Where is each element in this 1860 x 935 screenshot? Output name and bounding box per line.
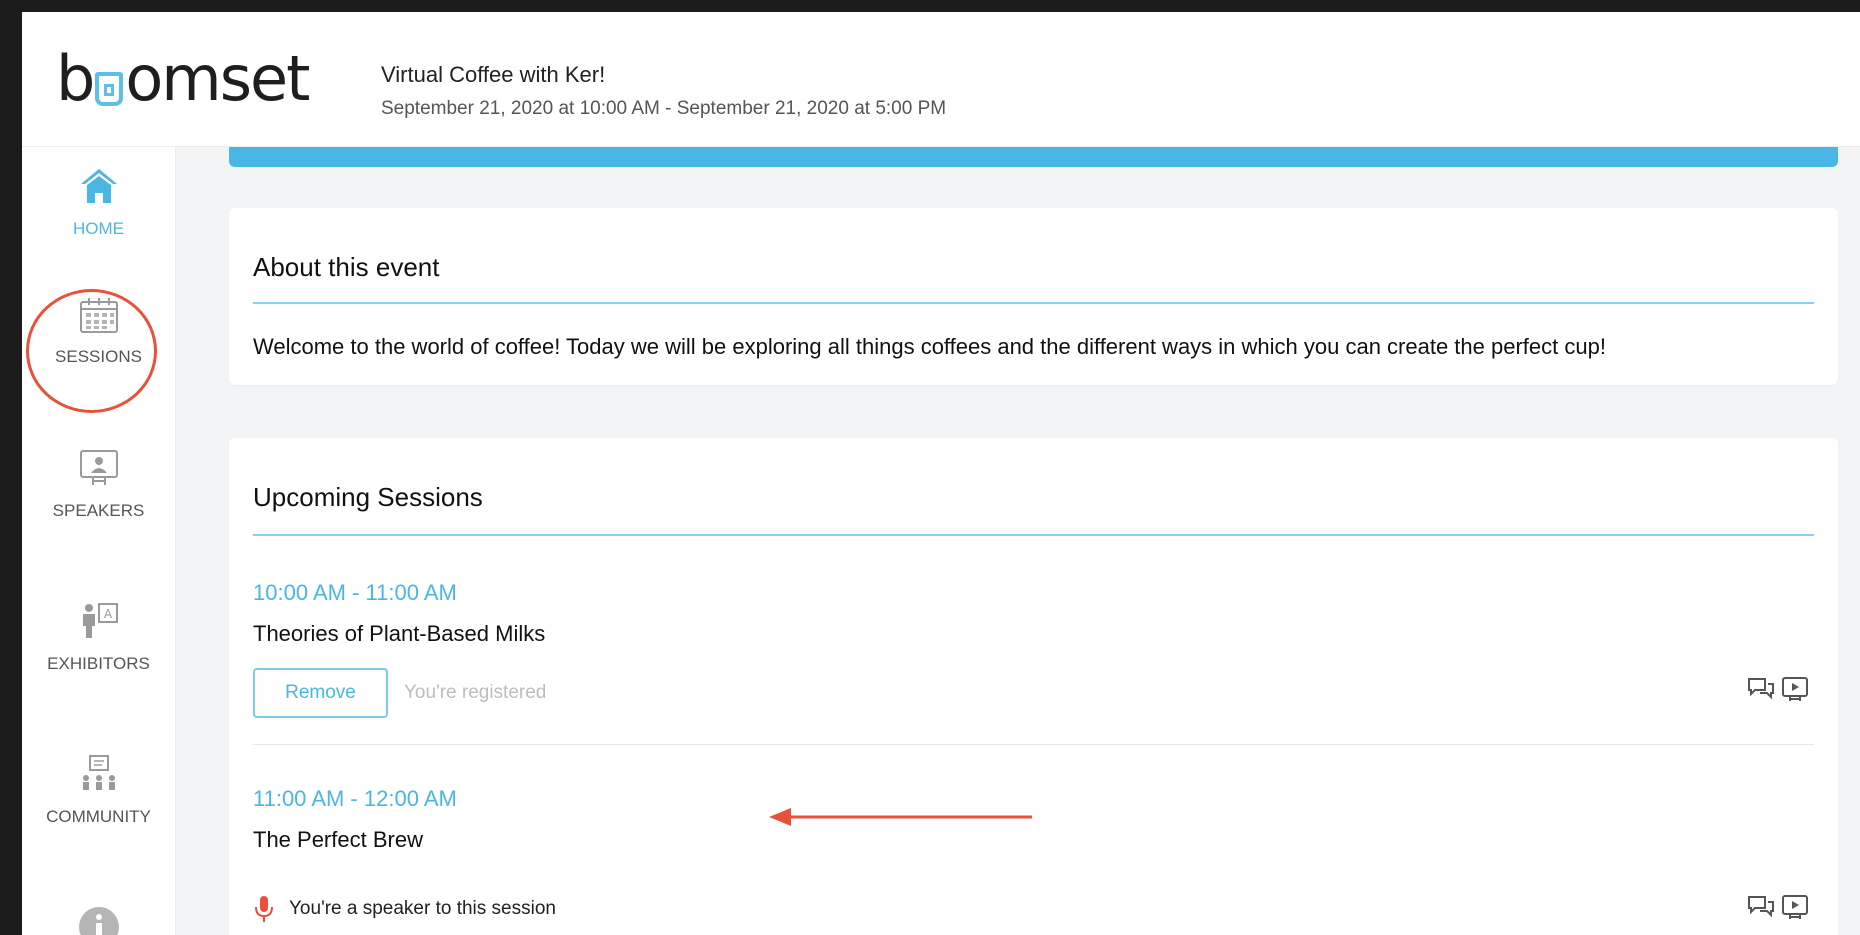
video-icon[interactable] xyxy=(1780,892,1810,922)
sidebar-item-speakers[interactable]: SPEAKERS xyxy=(22,447,175,521)
session-divider xyxy=(253,744,1814,745)
divider xyxy=(253,302,1814,304)
svg-text:A: A xyxy=(103,607,112,621)
chat-icon[interactable] xyxy=(1746,892,1776,922)
microphone-icon xyxy=(255,896,273,922)
about-title: About this event xyxy=(253,252,440,282)
video-icon[interactable] xyxy=(1780,674,1810,704)
sidebar-item-label: SPEAKERS xyxy=(52,501,145,520)
speaker-note: You're a speaker to this session xyxy=(289,898,556,919)
sidebar-item-label: EXHIBITORS xyxy=(47,654,150,673)
sidebar-item-community[interactable]: COMMUNITY xyxy=(22,753,175,827)
sidebar-item-info[interactable] xyxy=(22,905,175,935)
community-icon xyxy=(82,755,115,790)
chat-icon[interactable] xyxy=(1746,674,1776,704)
sessions-title: Upcoming Sessions xyxy=(253,482,483,512)
calendar-icon xyxy=(79,298,118,333)
sidebar-item-label: COMMUNITY xyxy=(46,807,151,826)
remove-button[interactable]: Remove xyxy=(253,668,388,718)
sidebar-item-exhibitors[interactable]: A EXHIBITORS xyxy=(22,600,175,674)
presenter-icon xyxy=(79,450,118,485)
banner-strip xyxy=(229,147,1838,167)
sidebar-item-label: HOME xyxy=(73,219,124,238)
sessions-card: Upcoming Sessions 10:00 AM - 11:00 AM Th… xyxy=(229,438,1838,935)
header: b omset Virtual Coffee with Ker! Septembe… xyxy=(22,12,1860,147)
home-icon xyxy=(80,169,117,203)
session-time: 10:00 AM - 11:00 AM xyxy=(253,580,457,605)
session-time: 11:00 AM - 12:00 AM xyxy=(253,786,457,811)
sidebar-item-sessions[interactable]: SESSIONS xyxy=(22,295,175,367)
about-card: About this event Welcome to the world of… xyxy=(229,208,1838,385)
divider xyxy=(253,534,1814,536)
event-dates: September 21, 2020 at 10:00 AM - Septemb… xyxy=(381,98,947,119)
boomset-logo[interactable]: b omset xyxy=(56,48,310,110)
coffee-cup-icon xyxy=(95,72,124,106)
sidebar-item-label: SESSIONS xyxy=(55,347,142,366)
registration-status: You're registered xyxy=(404,682,547,703)
sidebar-item-home[interactable]: HOME xyxy=(22,163,175,239)
session-name[interactable]: The Perfect Brew xyxy=(253,827,423,853)
app-window: b omset Virtual Coffee with Ker! Septembe… xyxy=(22,12,1860,935)
event-title: Virtual Coffee with Ker! xyxy=(381,62,606,87)
exhibitor-icon: A xyxy=(82,603,118,638)
session-name[interactable]: Theories of Plant-Based Milks xyxy=(253,621,545,647)
about-description: Welcome to the world of coffee! Today we… xyxy=(253,334,1606,359)
sidebar: HOME SESSIONS SPEAKERS A EXHIBITORS COMM… xyxy=(22,147,176,935)
annotation-arrow xyxy=(769,808,1032,826)
info-icon xyxy=(78,907,119,935)
